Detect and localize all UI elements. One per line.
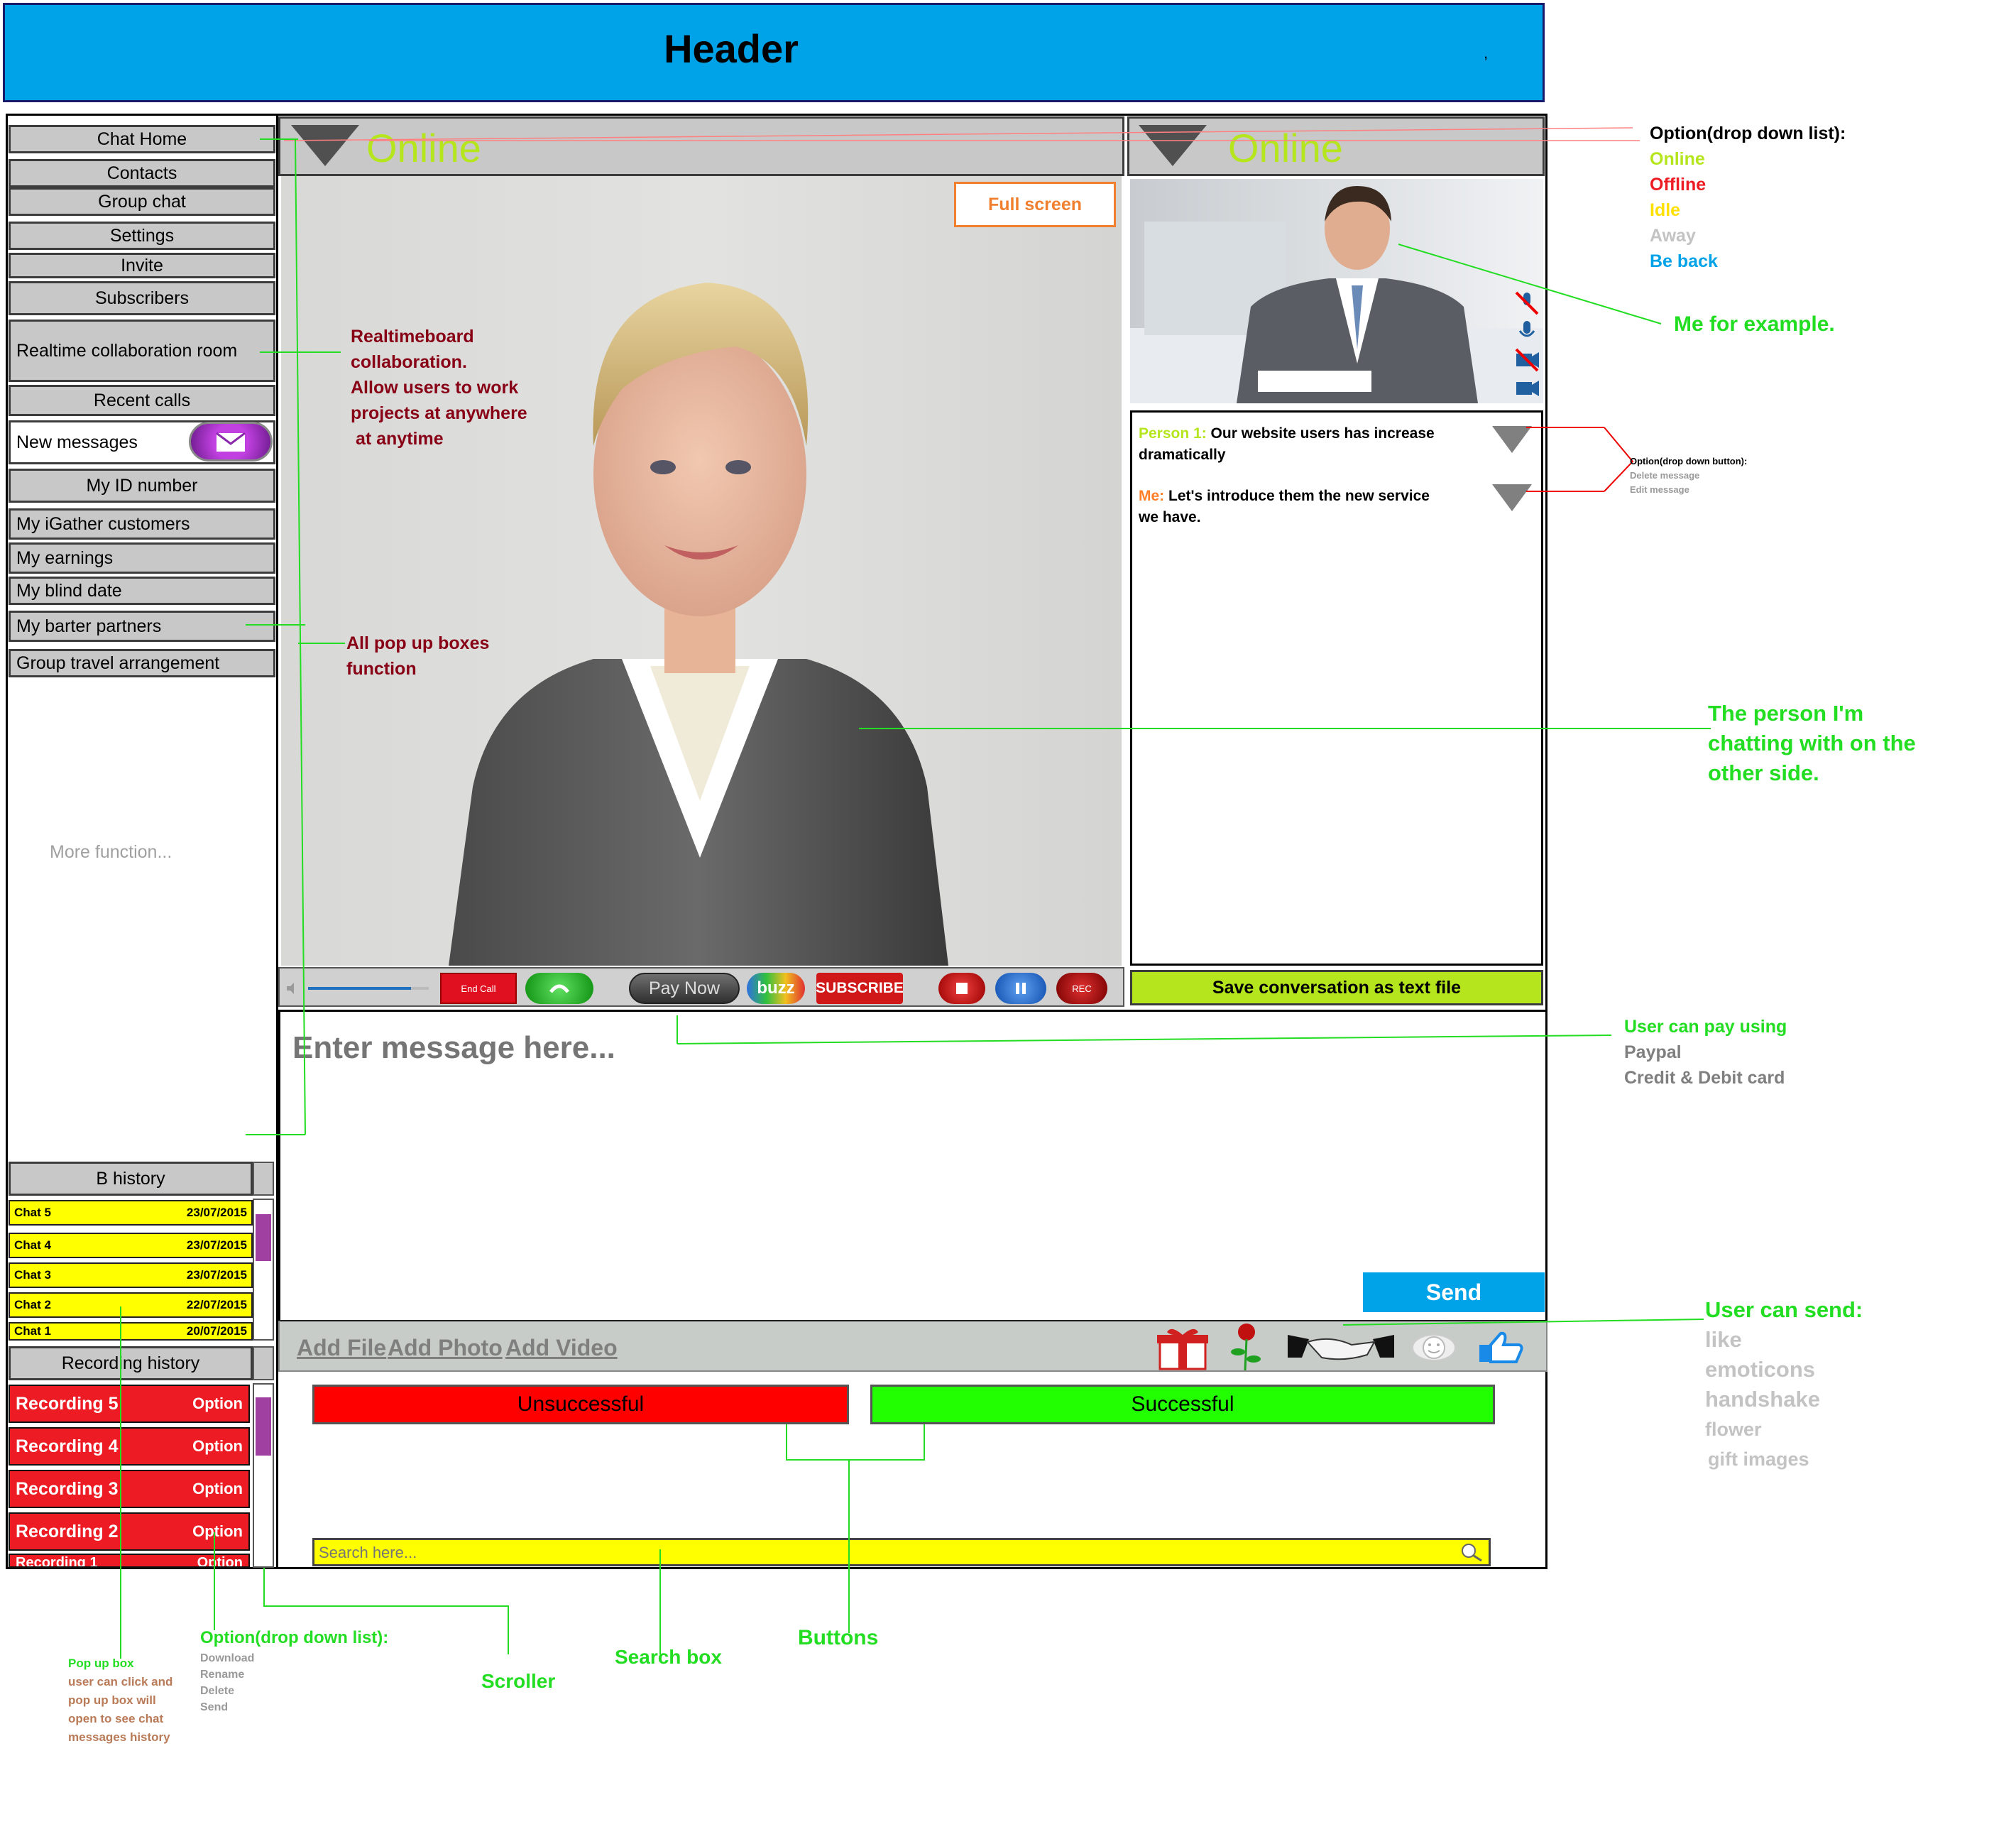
annotation-line: other side.	[1708, 760, 1819, 785]
annotation-item: Send	[200, 1701, 229, 1713]
annotation-item: gift images	[1708, 1448, 1809, 1470]
annotation-line: projects at anywhere	[351, 403, 527, 423]
status-option: Idle	[1650, 200, 1681, 220]
collab-annotation: Realtimeboard collaboration. Allow users…	[351, 324, 527, 452]
status-option: Offline	[1650, 175, 1707, 195]
annotation-line: function	[346, 659, 417, 679]
annotation-item: Credit & Debit card	[1624, 1068, 1785, 1088]
other-person-annotation: The person I'm chatting with on the othe…	[1708, 699, 1916, 788]
annotation-lines	[120, 127, 1711, 1659]
annotation-title: Option(drop down list):	[1650, 124, 1846, 143]
scroller-annotation: Scroller	[481, 1670, 556, 1692]
send-items-annotation: User can send: like emoticons handshake …	[1705, 1295, 1863, 1474]
pay-annotation: User can pay using Paypal Credit & Debit…	[1624, 1014, 1787, 1091]
annotation-item: like	[1705, 1327, 1742, 1352]
popup-box-annotation: Pop up box user can click and pop up box…	[68, 1654, 172, 1747]
status-option: Be back	[1650, 251, 1718, 271]
annotation-line: open to see chat	[68, 1712, 164, 1725]
status-option: Away	[1650, 226, 1696, 246]
annotation-item: emoticons	[1705, 1357, 1816, 1382]
annotation-line: user can click and	[68, 1675, 173, 1688]
status-option: Online	[1650, 149, 1705, 169]
annotation-line: at anytime	[351, 429, 444, 449]
annotation-item: Paypal	[1624, 1042, 1682, 1062]
annotation-line: collaboration.	[351, 352, 467, 372]
annotation-item: handshake	[1705, 1387, 1820, 1412]
popup-annotation: All pop up boxes function	[346, 631, 489, 682]
annotation-item: Delete message	[1630, 470, 1700, 481]
annotation-line: messages history	[68, 1730, 170, 1744]
annotation-line: chatting with on the	[1708, 731, 1916, 755]
annotation-line: All pop up boxes	[346, 633, 490, 653]
annotation-line: pop up box will	[68, 1693, 156, 1707]
annotation-item: Edit message	[1630, 484, 1689, 495]
annotation-item: Download	[200, 1652, 255, 1664]
annotation-item: Delete	[200, 1685, 235, 1697]
status-options-annotation: Option(drop down list): Online Offline I…	[1650, 121, 1846, 274]
annotation-title: User can pay using	[1624, 1017, 1787, 1037]
annotation-title: User can send:	[1705, 1297, 1863, 1322]
buttons-annotation: Buttons	[798, 1626, 879, 1649]
annotation-title: Pop up box	[68, 1657, 134, 1670]
annotation-title: Option(drop down list):	[200, 1628, 389, 1647]
annotation-line: Realtimeboard	[351, 327, 474, 346]
annotation-item: flower	[1705, 1419, 1762, 1440]
annotation-item: Rename	[200, 1669, 245, 1681]
message-options-annotation: Option(drop down button): Delete message…	[1630, 454, 1747, 497]
annotation-title: Option(drop down button):	[1630, 456, 1748, 466]
recording-options-annotation: Option(drop down list): Download Rename …	[200, 1626, 388, 1715]
annotation-line: Allow users to work	[351, 378, 519, 398]
search-box-annotation: Search box	[615, 1646, 722, 1668]
annotation-line: The person I'm	[1708, 701, 1864, 726]
me-example-annotation: Me for example.	[1674, 312, 1835, 336]
